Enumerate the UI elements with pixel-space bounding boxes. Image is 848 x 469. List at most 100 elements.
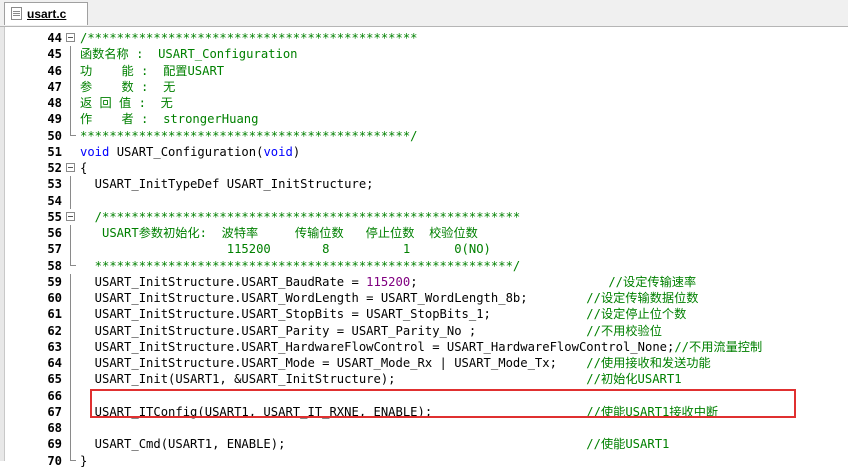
code-line[interactable]: 56 USART参数初始化: 波特率 传输位数 停止位数 校验位数 <box>0 225 848 242</box>
line-number: 56 <box>47 226 62 240</box>
fold-line <box>70 322 71 339</box>
code-line[interactable]: 47 参 数 : 无 <box>0 78 848 95</box>
line-number: 62 <box>47 323 62 338</box>
comment-token: //使能USART1 <box>586 437 670 452</box>
fold-end-marker <box>70 127 76 136</box>
code-line[interactable]: 65 USART_Init(USART1, &USART_InitStructu… <box>0 371 848 388</box>
code-line[interactable]: 50 **************************************… <box>0 127 848 144</box>
fold-line <box>70 176 71 193</box>
code-text: { <box>80 160 87 176</box>
line-number: 46 <box>47 63 62 78</box>
code-token: USART_Cmd(USART1, ENABLE); <box>80 437 587 452</box>
comment-token: //不用流量控制 <box>674 339 763 354</box>
code-line[interactable]: 60 USART_InitStructure.USART_WordLength … <box>0 290 848 307</box>
comment-token: 参 数 : 无 <box>80 79 176 94</box>
tab-bar: usart.c <box>0 0 848 27</box>
code-text: USART_InitStructure.USART_Mode = USART_M… <box>80 355 711 371</box>
code-token: USART_InitStructure.USART_Parity = USART… <box>80 323 587 338</box>
comment-token: 返 回 值 : 无 <box>80 96 173 110</box>
comment-token: //设定传输速率 <box>608 274 697 289</box>
tab-label: usart.c <box>27 7 67 21</box>
code-token: { <box>80 161 88 175</box>
code-token: USART_Init(USART1, &USART_InitStructure)… <box>80 372 587 387</box>
fold-toggle-icon[interactable] <box>66 211 75 221</box>
tab-usart-c[interactable]: usart.c <box>4 2 88 25</box>
code-text: USART_InitTypeDef USART_InitStructure; <box>80 176 374 192</box>
code-token: USART_InitTypeDef USART_InitStructure; <box>80 177 374 192</box>
comment-token: 函数名称 : USART_Configuration <box>80 47 298 62</box>
comment-token: 功 能 : 配置USART <box>80 63 225 78</box>
code-text: USART_Cmd(USART1, ENABLE); //使能USART1 <box>80 436 670 452</box>
line-number: 51 <box>47 144 62 159</box>
comment-token: //设定传输数据位数 <box>586 291 699 305</box>
code-text: 115200 8 1 0(NO) <box>80 241 491 257</box>
code-text: 作 者 : strongerHuang <box>80 111 258 127</box>
code-line[interactable]: 55 /************************************… <box>0 209 848 225</box>
fold-toggle-icon[interactable] <box>66 33 75 42</box>
code-text: USART_InitStructure.USART_BaudRate = 115… <box>80 274 696 290</box>
fold-line <box>70 241 71 258</box>
code-line[interactable]: 46 功 能 : 配置USART <box>0 62 848 79</box>
line-number: 53 <box>47 177 62 192</box>
code-text: ****************************************… <box>80 128 418 144</box>
code-line[interactable]: 68 <box>0 420 848 437</box>
line-number: 58 <box>47 258 62 273</box>
fold-line <box>70 95 71 112</box>
code-line[interactable]: 58 *************************************… <box>0 257 848 274</box>
comment-token: 115200 8 1 0(NO) <box>80 242 491 257</box>
fold-line <box>70 436 71 453</box>
fold-line <box>70 371 71 388</box>
line-number: 69 <box>47 437 62 452</box>
code-text: USART_InitStructure.USART_WordLength = U… <box>80 290 699 306</box>
fold-toggle-icon[interactable] <box>66 163 75 172</box>
code-line[interactable]: 48 返 回 值 : 无 <box>0 95 848 112</box>
code-text: USART_InitStructure.USART_StopBits = USA… <box>80 306 687 322</box>
comment-token: //初始化USART1 <box>586 372 682 387</box>
code-line[interactable]: 63 USART_InitStructure.USART_HardwareFlo… <box>0 338 848 355</box>
line-number: 66 <box>47 388 62 403</box>
code-text: ****************************************… <box>80 258 521 274</box>
code-line[interactable]: 69 USART_Cmd(USART1, ENABLE); //使能USART1 <box>0 436 848 453</box>
code-line[interactable]: 61 USART_InitStructure.USART_StopBits = … <box>0 306 848 323</box>
code-line[interactable]: 49 作 者 : strongerHuang <box>0 111 848 128</box>
file-icon <box>11 7 22 20</box>
code-line[interactable]: 57 115200 8 1 0(NO) <box>0 241 848 258</box>
code-line[interactable]: 64 USART_InitStructure.USART_Mode = USAR… <box>0 355 848 372</box>
fold-line <box>70 46 71 63</box>
fold-line <box>70 338 71 355</box>
comment-token: //设定停止位个数 <box>586 307 687 322</box>
fold-line <box>70 192 71 209</box>
code-text: 参 数 : 无 <box>80 79 175 95</box>
comment-token: /***************************************… <box>80 209 521 224</box>
line-number: 54 <box>47 193 62 208</box>
line-number: 45 <box>47 47 62 62</box>
fold-line <box>70 403 71 420</box>
code-line[interactable]: 62 USART_InitStructure.USART_Parity = US… <box>0 322 848 339</box>
line-number: 57 <box>47 242 62 257</box>
code-text: void USART_Configuration(void) <box>80 144 300 160</box>
line-number: 65 <box>47 372 62 387</box>
comment-token: ****************************************… <box>80 128 418 143</box>
code-token: ; <box>410 274 609 289</box>
line-number: 52 <box>47 161 62 175</box>
code-text: 返 回 值 : 无 <box>80 95 173 111</box>
code-text: USART_Init(USART1, &USART_InitStructure)… <box>80 371 682 387</box>
fold-line <box>70 355 71 372</box>
code-text: 功 能 : 配置USART <box>80 63 224 79</box>
line-number: 61 <box>47 307 62 322</box>
code-token: USART_InitStructure.USART_HardwareFlowCo… <box>80 339 675 354</box>
comment-token: //使用接收和发送功能 <box>586 356 711 370</box>
code-line[interactable]: 45 函数名称 : USART_Configuration <box>0 46 848 63</box>
line-number: 44 <box>47 31 62 45</box>
line-number: 60 <box>47 291 62 305</box>
code-line[interactable]: 53 USART_InitTypeDef USART_InitStructure… <box>0 176 848 193</box>
code-line[interactable]: 54 <box>0 192 848 209</box>
keyword-token: void <box>263 144 293 159</box>
code-line[interactable]: 44 /*************************************… <box>0 30 848 46</box>
code-text: USART_InitStructure.USART_Parity = USART… <box>80 323 662 339</box>
fold-end-marker <box>70 452 76 461</box>
comment-token: 作 者 : strongerHuang <box>80 112 259 127</box>
code-line[interactable]: 59 USART_InitStructure.USART_BaudRate = … <box>0 273 848 290</box>
code-line[interactable]: 51 void USART_Configuration(void) <box>0 144 848 160</box>
code-line[interactable]: 52 { <box>0 160 848 176</box>
